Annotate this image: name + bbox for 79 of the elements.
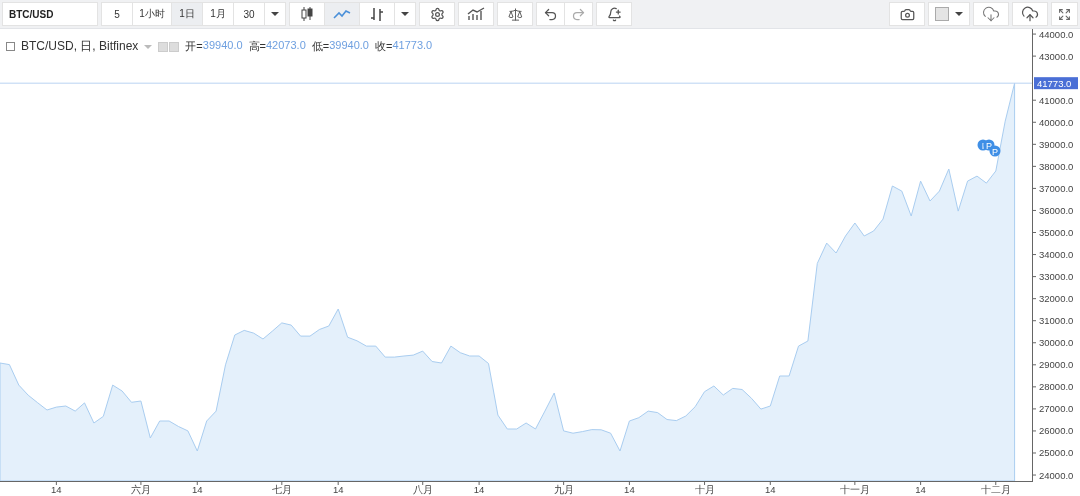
y-axis-label: 35000.0 bbox=[1039, 227, 1074, 238]
y-axis-label: 44000.0 bbox=[1039, 29, 1074, 40]
candlestick-icon bbox=[299, 6, 315, 22]
fullscreen-button[interactable] bbox=[1051, 2, 1078, 26]
ohlc-value: 39940.0 bbox=[329, 39, 369, 53]
ohlc-label: 高= bbox=[248, 39, 266, 54]
ohlc-bars-icon bbox=[369, 6, 385, 22]
interval-dropdown[interactable] bbox=[264, 2, 286, 26]
ohlc-value: 41773.0 bbox=[392, 39, 433, 53]
undo-icon bbox=[543, 6, 558, 22]
interval-button[interactable]: 30 bbox=[233, 2, 265, 26]
y-axis-label: 32000.0 bbox=[1039, 293, 1074, 305]
x-axis-label: 十二月 bbox=[980, 484, 1011, 495]
color-swatch bbox=[935, 7, 949, 21]
y-axis-label: 39000.0 bbox=[1039, 138, 1074, 150]
x-axis-label: 九月 bbox=[553, 484, 574, 495]
cloud-upload-icon bbox=[1021, 5, 1039, 23]
y-axis-label: 38000.0 bbox=[1039, 160, 1074, 172]
y-axis-label: 36000.0 bbox=[1039, 204, 1074, 216]
x-axis-label: 14 bbox=[51, 484, 62, 495]
ohlc-value: 42073.0 bbox=[266, 39, 306, 53]
download-button[interactable] bbox=[973, 2, 1009, 26]
ohlc-label: 开= bbox=[185, 39, 203, 54]
y-axis-label: 34000.0 bbox=[1039, 249, 1074, 261]
y-axis-label: 26000.0 bbox=[1039, 425, 1074, 437]
symbol-field[interactable]: BTC/USD bbox=[2, 2, 98, 26]
screenshot-button[interactable] bbox=[889, 2, 925, 26]
alert-button[interactable] bbox=[596, 2, 632, 26]
x-axis-label: 十月 bbox=[694, 484, 715, 495]
interval-button[interactable]: 1日 bbox=[171, 2, 203, 26]
x-axis-label: 14 bbox=[473, 484, 485, 495]
y-axis-label: 27000.0 bbox=[1039, 403, 1074, 415]
fullscreen-icon bbox=[1058, 7, 1071, 21]
undo-button[interactable] bbox=[536, 2, 565, 26]
chart-type-button[interactable] bbox=[359, 2, 395, 26]
settings-button[interactable] bbox=[419, 2, 455, 26]
color-button[interactable] bbox=[928, 2, 970, 26]
x-axis-label: 14 bbox=[332, 484, 344, 495]
y-axis-label: 43000.0 bbox=[1039, 50, 1074, 62]
ohlc-label: 收= bbox=[374, 39, 393, 54]
interval-button[interactable]: 1小时 bbox=[132, 2, 172, 26]
y-axis-label: 31000.0 bbox=[1039, 315, 1074, 327]
indicators-button[interactable] bbox=[458, 2, 494, 26]
camera-icon bbox=[899, 6, 915, 22]
chart-type-button[interactable] bbox=[289, 2, 325, 26]
x-axis-label: 14 bbox=[915, 484, 926, 495]
y-axis-label: 33000.0 bbox=[1039, 271, 1074, 283]
y-axis-label: 24000.0 bbox=[1039, 469, 1074, 481]
x-axis-label: 14 bbox=[624, 484, 635, 495]
compare-button[interactable] bbox=[497, 2, 533, 26]
y-axis-label: 28000.0 bbox=[1039, 381, 1074, 393]
collapse-icon[interactable] bbox=[6, 42, 15, 51]
x-axis-label: 十一月 bbox=[839, 484, 870, 495]
interval-button[interactable]: 5 bbox=[101, 2, 133, 26]
x-axis-label: 六月 bbox=[130, 484, 151, 495]
y-axis-label: 29000.0 bbox=[1039, 359, 1074, 371]
cloud-download-icon bbox=[982, 5, 1000, 23]
y-axis-label: 41000.0 bbox=[1039, 94, 1074, 106]
interval-button[interactable]: 1月 bbox=[202, 2, 234, 26]
last-price-label: 41773.0 bbox=[1034, 77, 1078, 90]
scale-icon bbox=[507, 6, 523, 22]
line-chart-icon bbox=[333, 8, 351, 20]
x-axis-label: 七月 bbox=[271, 484, 292, 495]
y-axis-label: 25000.0 bbox=[1039, 447, 1074, 459]
bell-plus-icon bbox=[606, 6, 622, 22]
x-axis-label: 14 bbox=[192, 484, 203, 495]
upload-button[interactable] bbox=[1012, 2, 1048, 26]
redo-icon bbox=[571, 6, 586, 22]
ohlc-label: 低= bbox=[311, 39, 330, 54]
ohlc-value: 39940.0 bbox=[202, 39, 243, 53]
y-axis-label: 37000.0 bbox=[1039, 182, 1074, 194]
y-axis-label: 30000.0 bbox=[1039, 337, 1074, 349]
indicators-icon bbox=[467, 7, 485, 21]
chart-type-dropdown[interactable] bbox=[394, 2, 416, 26]
x-axis-label: 14 bbox=[765, 484, 776, 495]
legend-title: BTC/USD, 日, Bitfinex bbox=[21, 38, 139, 55]
x-axis-label: 八月 bbox=[412, 484, 433, 495]
y-axis-label: 40000.0 bbox=[1039, 116, 1074, 128]
caret-icon bbox=[955, 12, 963, 16]
